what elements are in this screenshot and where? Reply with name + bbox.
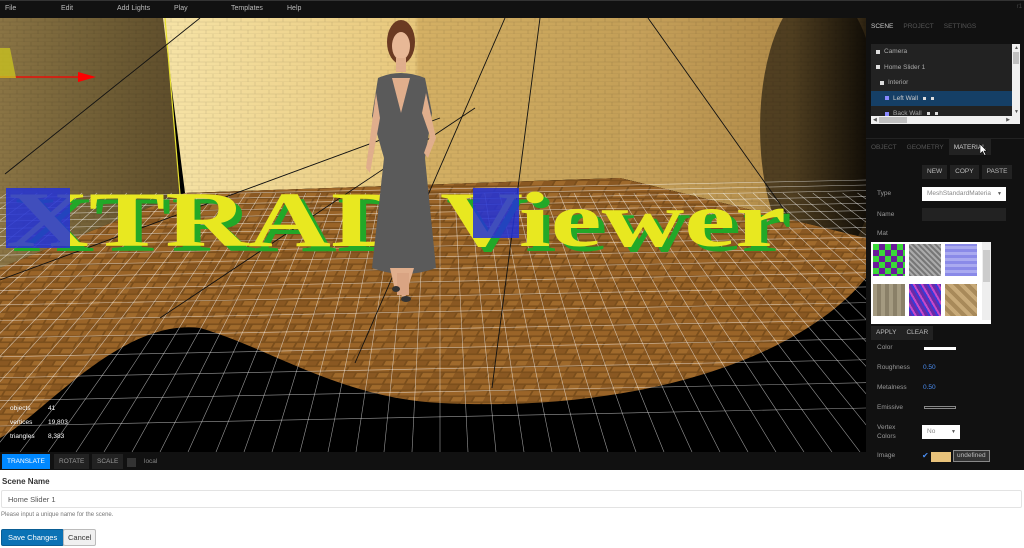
tab-geometry[interactable]: GEOMETRY [902,139,949,155]
menu-templates[interactable]: Templates [231,5,263,12]
menubar: File Edit Add Lights Play Templates Help… [0,0,1024,18]
version-label: r1 [1016,4,1022,10]
new-material-button[interactable]: NEW [922,165,948,179]
scale-button[interactable]: SCALE [92,454,124,469]
tab-scene[interactable]: SCENE [866,18,898,35]
scroll-up-icon[interactable]: ▲ [1014,45,1019,51]
vertex-colors-select[interactable]: No ▼ [922,425,960,439]
image-label: Image [877,452,896,459]
scene-render[interactable]: XTRAD Viewer XTRAD Viewer [0,18,866,452]
scroll-right-icon[interactable]: ▶ [1006,117,1010,123]
paste-material-button[interactable]: PASTE [981,165,1013,179]
material-swatch-grid[interactable] [871,242,991,324]
tab-settings[interactable]: SETTINGS [939,18,982,35]
image-swatch[interactable] [931,452,951,462]
scroll-down-icon[interactable]: ▼ [1014,109,1019,115]
mesh-icon [885,96,889,101]
3d-viewport[interactable]: XTRAD Viewer XTRAD Viewer objects 41 ver… [0,18,866,452]
tab-project[interactable]: PROJECT [898,18,938,35]
tab-object[interactable]: OBJECT [866,139,902,155]
sidebar: SCENE PROJECT SETTINGS Camera Home Slide… [866,18,1024,470]
menu-help[interactable]: Help [287,5,301,12]
swatch-stone[interactable] [873,284,905,316]
properties-tabs: OBJECT GEOMETRY MATERIAL [866,138,1024,155]
material-apply-actions: APPLY CLEAR [871,326,934,340]
outliner-item-left-wall[interactable]: Left Wall [871,90,1020,106]
image-checkbox[interactable]: ✔ [922,451,929,460]
menu-edit[interactable]: Edit [61,5,73,12]
stat-vertices: vertices 19,803 [10,419,68,426]
geometry-icon [926,112,930,116]
scene-stats: objects 41 vertices 19,803 triangles 8,3… [10,405,88,447]
menu-file[interactable]: File [5,5,16,12]
vertex-colors-label: Vertex Colors [877,424,896,440]
image-upload-button[interactable]: undefined [953,450,990,462]
copy-material-button[interactable]: COPY [950,165,979,179]
outliner-item-camera[interactable]: Camera [871,44,1020,60]
scroll-left-icon[interactable]: ◀ [873,117,877,123]
emissive-color-picker[interactable] [924,406,956,409]
save-changes-button[interactable]: Save Changes [1,529,65,546]
rotate-button[interactable]: ROTATE [54,454,90,469]
menu-play[interactable]: Play [174,5,188,12]
local-checkbox[interactable] [127,458,136,467]
scroll-thumb[interactable] [1013,52,1019,64]
node-icon [880,80,884,85]
stat-objects: objects 41 [10,405,56,412]
metalness-label: Metalness [877,384,907,391]
menu-add-lights[interactable]: Add Lights [117,5,150,12]
emissive-label: Emissive [877,404,904,411]
apply-button[interactable]: APPLY [871,326,902,340]
outliner-vertical-scrollbar[interactable]: ▲ ▼ [1012,44,1020,116]
clear-button[interactable]: CLEAR [901,326,934,340]
scene-outliner[interactable]: Camera Home Slider 1 Interior Left Wall … [871,44,1020,124]
mat-label: Mat [877,230,888,237]
node-icon [876,65,880,70]
scene-name-help: Please input a unique name for the scene… [1,512,114,518]
sidebar-tabs: SCENE PROJECT SETTINGS [866,18,1024,35]
material-actions: NEW COPY PASTE [922,165,1013,179]
swatch-blue-pattern[interactable] [945,244,977,276]
chevron-down-icon: ▼ [997,191,1002,197]
roughness-value[interactable]: 0.50 [923,364,936,371]
material-icon [931,96,935,100]
scene-name-heading: Scene Name [2,477,50,486]
transform-toolbar: TRANSLATE ROTATE SCALE local [0,452,866,470]
material-icon [934,112,938,116]
roughness-label: Roughness [877,364,910,371]
outliner-item-home-slider[interactable]: Home Slider 1 [871,60,1020,76]
color-picker[interactable] [924,347,956,350]
swatch-scrollbar[interactable] [982,242,991,320]
swatch-horizontal-scrollbar[interactable] [871,319,982,324]
mouse-cursor-icon [980,144,988,156]
type-label: Type [877,190,892,197]
metalness-value[interactable]: 0.50 [923,384,936,391]
chevron-down-icon: ▼ [951,429,956,435]
outliner-item-interior[interactable]: Interior [871,75,1020,91]
local-label: local [144,458,158,465]
material-type-select[interactable]: MeshStandardMateria ▼ [922,187,1006,201]
swatch-gray-mesh[interactable] [909,244,941,276]
stat-triangles: triangles 8,383 [10,433,65,440]
scroll-thumb[interactable] [983,250,990,282]
translate-button[interactable]: TRANSLATE [2,454,50,469]
scroll-thumb[interactable] [879,117,907,123]
geometry-icon [923,96,927,100]
scene-name-input[interactable] [1,490,1022,508]
swatch-wicker[interactable] [945,284,977,316]
color-label: Color [877,344,893,351]
swatch-purple-abstract[interactable] [909,284,941,316]
material-name-input[interactable] [922,208,1006,221]
name-label: Name [877,211,895,218]
node-icon [876,49,880,54]
swatch-green-purple[interactable] [873,244,905,276]
scene-name-form: Scene Name Please input a unique name fo… [0,470,1024,548]
cancel-button[interactable]: Cancel [63,529,97,546]
outliner-horizontal-scrollbar[interactable]: ◀ ▶ [871,116,1020,124]
